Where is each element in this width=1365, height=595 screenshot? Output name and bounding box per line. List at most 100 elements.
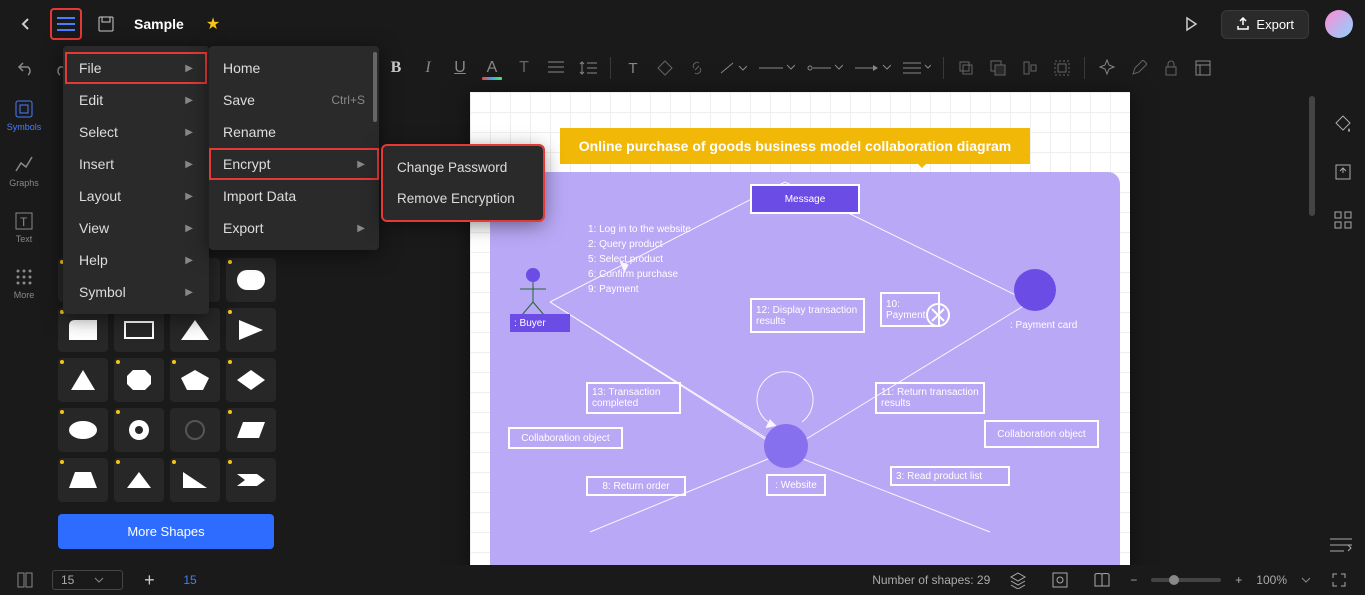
encrypt-remove[interactable]: Remove Encryption (383, 183, 543, 214)
play-button[interactable] (1177, 10, 1205, 38)
arrow-end-button[interactable] (851, 54, 895, 82)
shape-donut[interactable] (114, 408, 164, 452)
rail-more[interactable]: More (0, 262, 48, 304)
chevron-right-icon: ▶ (185, 63, 193, 74)
focus-icon[interactable] (1046, 566, 1074, 594)
lock-button[interactable] (1157, 54, 1185, 82)
shape-tool-button[interactable] (651, 54, 679, 82)
shape-diamond[interactable] (226, 358, 276, 402)
export-button[interactable]: Export (1221, 10, 1309, 39)
line-weight-button[interactable] (899, 54, 935, 82)
shape-triangle3[interactable] (114, 458, 164, 502)
menu-select[interactable]: Select▶ (65, 116, 207, 148)
page-number-value: 15 (61, 573, 74, 587)
edit-button[interactable] (1125, 54, 1153, 82)
book-icon[interactable] (1088, 566, 1116, 594)
text-tool-button[interactable]: T (619, 54, 647, 82)
connector-button[interactable] (715, 54, 751, 82)
chevron-down-icon[interactable] (1301, 577, 1311, 583)
topbar-left: Sample ★ (12, 8, 220, 40)
shape-right-triangle[interactable] (170, 458, 220, 502)
rail-text[interactable]: T Text (0, 206, 48, 248)
shape-ellipse[interactable] (58, 408, 108, 452)
more-shapes-button[interactable]: More Shapes (58, 514, 274, 549)
rail-more-label: More (14, 290, 35, 300)
ai-button[interactable] (1093, 54, 1121, 82)
zoom-slider[interactable] (1151, 578, 1221, 582)
bold-button[interactable]: B (382, 54, 410, 82)
file-rename[interactable]: Rename (209, 116, 379, 148)
rail-symbols[interactable]: Symbols (0, 94, 48, 136)
export-right-icon[interactable] (1329, 158, 1357, 186)
layout-button[interactable] (1189, 54, 1217, 82)
shape-triangle-up[interactable] (170, 308, 220, 352)
copy-button[interactable] (952, 54, 980, 82)
shape-trapezoid[interactable] (58, 458, 108, 502)
line-spacing-button[interactable] (574, 54, 602, 82)
menu-layout[interactable]: Layout▶ (65, 180, 207, 212)
fill-icon[interactable] (1329, 110, 1357, 138)
rail-graphs[interactable]: Graphs (0, 150, 48, 192)
page-number-select[interactable]: 15 (52, 570, 123, 590)
shape-octagon[interactable] (114, 358, 164, 402)
menu-help[interactable]: Help▶ (65, 244, 207, 276)
pages-icon[interactable] (12, 566, 40, 594)
fullscreen-icon[interactable] (1325, 566, 1353, 594)
file-encrypt[interactable]: Encrypt▶ (209, 148, 379, 180)
shape-roundrect2[interactable] (226, 258, 276, 302)
save-icon[interactable] (92, 10, 120, 38)
shape-rect-outline[interactable] (114, 308, 164, 352)
align-button[interactable] (542, 54, 570, 82)
group-button[interactable] (1048, 54, 1076, 82)
user-avatar[interactable] (1325, 10, 1353, 38)
align-objects-button[interactable] (1016, 54, 1044, 82)
collab1-box: Collaboration object (508, 427, 623, 449)
arrow-start-button[interactable] (803, 54, 847, 82)
underline-button[interactable]: U (446, 54, 474, 82)
zoom-out-button[interactable]: − (1130, 573, 1137, 587)
menu-insert[interactable]: Insert▶ (65, 148, 207, 180)
submenu-scrollbar[interactable] (373, 52, 377, 122)
panel-toggle-icon[interactable] (1327, 531, 1355, 559)
menu-symbol[interactable]: Symbol▶ (65, 276, 207, 308)
topbar-right: Export (1177, 10, 1353, 39)
line-style-button[interactable] (755, 54, 799, 82)
canvas-scrollbar[interactable] (1309, 96, 1317, 516)
file-import-data[interactable]: Import Data (209, 180, 379, 212)
layers-icon[interactable] (1004, 566, 1032, 594)
text-size-button[interactable]: T (510, 54, 538, 82)
menu-edit[interactable]: Edit▶ (65, 84, 207, 116)
chevron-right-icon: ▶ (185, 159, 193, 170)
more-icon (13, 266, 35, 288)
back-button[interactable] (12, 10, 40, 38)
file-home[interactable]: Home (209, 52, 379, 84)
display-trans-box: 12: Display transaction results (750, 298, 865, 333)
hamburger-menu-button[interactable] (50, 8, 82, 40)
zoom-in-button[interactable]: + (1235, 573, 1242, 587)
menu-view[interactable]: View▶ (65, 212, 207, 244)
font-color-button[interactable]: A (478, 54, 506, 82)
shape-parallelogram[interactable] (226, 408, 276, 452)
link-tool-button[interactable] (683, 54, 711, 82)
shape-tab[interactable] (58, 308, 108, 352)
favorite-star-icon[interactable]: ★ (206, 14, 220, 34)
bottom-bar: 15 + 15 Number of shapes: 29 − + 100% (0, 565, 1365, 595)
shape-pentagon[interactable] (170, 358, 220, 402)
message-box: Message (750, 184, 860, 214)
file-export[interactable]: Export▶ (209, 212, 379, 244)
undo-button[interactable] (12, 54, 40, 82)
add-page-button[interactable]: + (135, 566, 163, 594)
encrypt-change-password[interactable]: Change Password (383, 152, 543, 183)
italic-button[interactable]: I (414, 54, 442, 82)
steps-list: 1: Log in to the website 2: Query produc… (588, 222, 691, 297)
shape-triangle-right[interactable] (226, 308, 276, 352)
menu-file[interactable]: File▶ (65, 52, 207, 84)
current-page-label: 15 (183, 573, 196, 587)
shape-chevron[interactable] (226, 458, 276, 502)
file-save[interactable]: SaveCtrl+S (209, 84, 379, 116)
payment-circle-x (925, 302, 951, 328)
send-back-button[interactable] (984, 54, 1012, 82)
shape-circle-outline[interactable] (170, 408, 220, 452)
apps-icon[interactable] (1329, 206, 1357, 234)
shape-triangle2[interactable] (58, 358, 108, 402)
